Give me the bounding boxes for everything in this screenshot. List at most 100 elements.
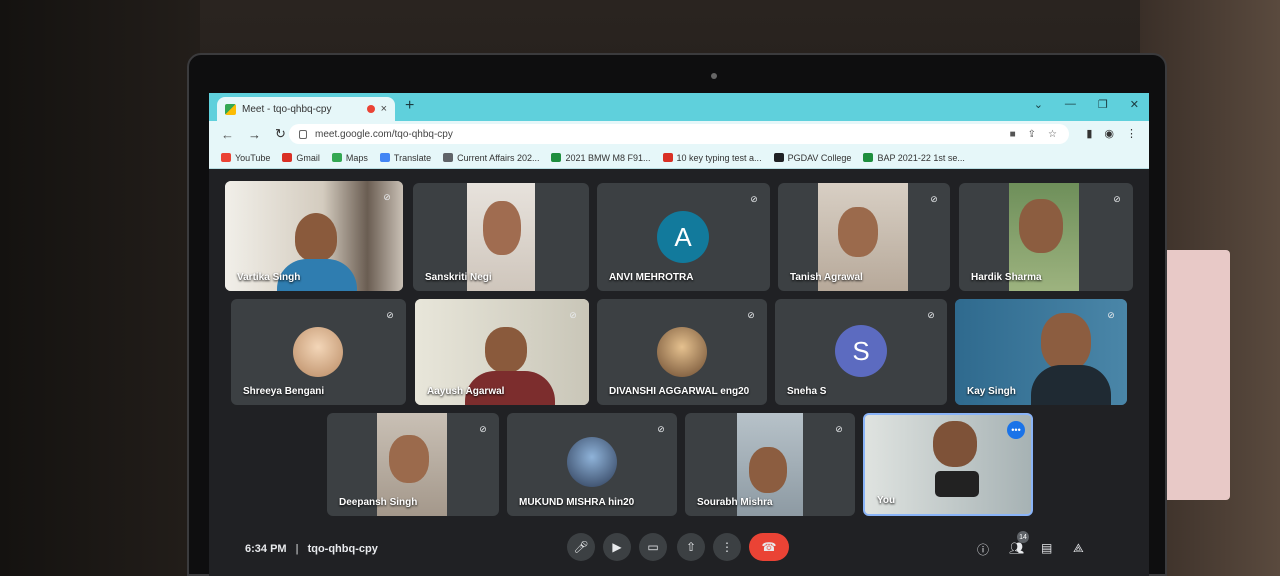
participant-count-badge: 14 [1017, 531, 1029, 543]
participant-tile[interactable]: ⊘ Shreeya Bengani [231, 299, 406, 405]
mic-off-icon: ⊘ [1107, 309, 1115, 320]
mic-off-icon: ⊘ [747, 309, 755, 320]
microphone-button[interactable]: 🎤︎ [567, 533, 595, 561]
person-silhouette [1031, 365, 1111, 405]
chat-icon[interactable]: ▤ [1041, 541, 1052, 555]
forward-arrow-icon[interactable]: → [248, 127, 261, 142]
mic-off-icon: ⊘ [750, 193, 758, 204]
mic-off-icon: ⊘ [383, 191, 391, 202]
browser-tab-meet[interactable]: Meet - tqo-qhbq-cpy × [217, 97, 395, 121]
bookmark-item[interactable]: BAP 2021-22 1st se... [863, 152, 965, 163]
participant-tile[interactable]: A ⊘ ANVI MEHROTRA [597, 183, 770, 291]
participant-tile[interactable]: ⊘ Kay Singh [955, 299, 1127, 405]
participant-tile[interactable]: ⊘ MUKUND MISHRA hin20 [507, 413, 677, 516]
url-text: meet.google.com/tqo-qhbq-cpy [315, 128, 453, 140]
mic-off-icon: ⊘ [386, 309, 394, 320]
participant-tile[interactable]: ⊘ DIVANSHI AGGARWAL eng20 [597, 299, 767, 405]
bookmark-favicon-icon [282, 153, 293, 162]
bookmark-item[interactable]: Translate [379, 153, 431, 163]
participant-tile[interactable]: ⊘ Vartika Singh [225, 181, 403, 291]
present-screen-button[interactable]: ⇧ [677, 533, 705, 561]
bookmark-item[interactable]: 10 key typing test a... [662, 152, 762, 163]
bookmark-item[interactable]: YouTube [221, 153, 270, 163]
meet-participant-grid: ⊘ Vartika Singh Sanskriti Negi A ⊘ ANVI … [209, 173, 1149, 518]
toolbar-right: ▮ ◉ ⋮ [1086, 127, 1137, 140]
meeting-info-icon[interactable]: ⓘ [977, 541, 989, 558]
webcam [711, 73, 717, 79]
lock-icon [299, 129, 307, 139]
camera-indicator-icon[interactable]: ■ [1010, 129, 1016, 140]
participant-tile[interactable]: ⊘ Deepansh Singh [327, 413, 499, 516]
avatar [657, 327, 707, 377]
bookmark-label: Maps [345, 152, 368, 163]
avatar [567, 437, 617, 487]
mic-off-icon: ⊘ [569, 309, 577, 320]
bookmarks-bar: YouTube Gmail Maps Translate Current Affairs… [209, 147, 1149, 169]
people-icon[interactable]: 👥︎ [1009, 541, 1024, 555]
maximize-button[interactable]: ❐ [1098, 98, 1108, 111]
more-options-button[interactable]: ⋮ [713, 533, 741, 561]
bookmark-favicon-icon [331, 153, 342, 162]
tab-search-button[interactable]: ⌄ [1034, 98, 1043, 111]
minimize-button[interactable]: — [1065, 98, 1076, 111]
participant-tile[interactable]: ⊘ Hardik Sharma [959, 183, 1133, 291]
participant-name: Deepansh Singh [339, 497, 418, 508]
mic-off-icon: ⊘ [930, 193, 938, 204]
wall-left [0, 0, 200, 576]
participant-name: Shreeya Bengani [243, 386, 325, 397]
person-silhouette [295, 213, 337, 261]
meet-control-bar: 6:34 PM | tqo-qhbq-cpy 🎤︎ ▶ ▭ ⇧ ⋮ ☎ ⓘ 👥︎… [209, 523, 1149, 576]
share-icon[interactable]: ⇪ [1028, 129, 1036, 140]
side-panel-icon[interactable]: ▮ [1086, 127, 1092, 140]
captions-button[interactable]: ▭ [639, 533, 667, 561]
participant-tile[interactable]: ⊘ Aayush Agarwal [415, 299, 589, 405]
camera-button[interactable]: ▶ [603, 533, 631, 561]
bookmark-label: Gmail [296, 152, 320, 163]
bookmark-star-icon[interactable]: ☆ [1048, 129, 1057, 140]
laptop-screen: Meet - tqo-qhbq-cpy × + ⌄ — ❐ ✕ ← → ↻ me… [209, 93, 1149, 576]
person-silhouette [749, 447, 787, 493]
person-silhouette [483, 201, 521, 255]
person-silhouette [389, 435, 429, 483]
activities-icon[interactable]: ⟁ [1073, 541, 1084, 556]
participant-name: Aayush Agarwal [427, 386, 505, 397]
bookmark-item[interactable]: 2021 BMW M8 F91... [551, 153, 651, 163]
profile-icon[interactable]: ◉ [1104, 127, 1114, 140]
person-silhouette [485, 327, 527, 373]
end-call-button[interactable]: ☎ [749, 533, 789, 561]
bookmark-favicon-icon [773, 153, 784, 162]
participant-tile[interactable]: ⊘ Sourabh Mishra [685, 413, 855, 516]
participant-name: Sourabh Mishra [697, 497, 773, 508]
new-tab-button[interactable]: + [405, 97, 414, 115]
participant-tile[interactable]: Sanskriti Negi [413, 183, 589, 291]
person-silhouette [1041, 313, 1091, 371]
menu-kebab-icon[interactable]: ⋮ [1126, 127, 1137, 140]
self-view-tile[interactable]: ••• You [863, 413, 1033, 516]
bookmark-label: BAP 2021-22 1st se... [877, 152, 965, 163]
mic-off-icon: ⊘ [1113, 193, 1121, 204]
bookmark-item[interactable]: Maps [331, 152, 368, 163]
participant-tile[interactable]: ⊘ Tanish Agrawal [778, 183, 950, 291]
address-bar[interactable]: meet.google.com/tqo-qhbq-cpy ■ ⇪ ☆ [289, 124, 1069, 144]
bookmark-favicon-icon [379, 153, 390, 162]
mic-off-icon: ⊘ [835, 423, 843, 434]
close-window-button[interactable]: ✕ [1130, 98, 1139, 111]
reload-icon[interactable]: ↻ [275, 126, 286, 142]
bookmark-favicon-icon [863, 153, 874, 162]
bookmark-item[interactable]: PGDAV College [773, 153, 851, 163]
participant-name: You [877, 495, 896, 506]
participant-tile[interactable]: S ⊘ Sneha S [775, 299, 947, 405]
participant-name: ANVI MEHROTRA [609, 272, 694, 283]
participant-name: DIVANSHI AGGARWAL eng20 [609, 386, 750, 397]
avatar: S [835, 325, 887, 377]
bookmark-item[interactable]: Gmail [282, 153, 320, 163]
avatar [293, 327, 343, 377]
bookmark-item[interactable]: Current Affairs 202... [443, 153, 539, 163]
mic-off-icon: ⊘ [657, 423, 665, 434]
more-options-icon[interactable]: ••• [1007, 421, 1025, 439]
bookmark-label: 10 key typing test a... [676, 152, 762, 163]
tab-close-button[interactable]: × [381, 103, 387, 115]
meeting-clock: 6:34 PM | tqo-qhbq-cpy [245, 543, 378, 555]
back-arrow-icon[interactable]: ← [221, 127, 234, 142]
phone-in-hand [935, 471, 979, 497]
